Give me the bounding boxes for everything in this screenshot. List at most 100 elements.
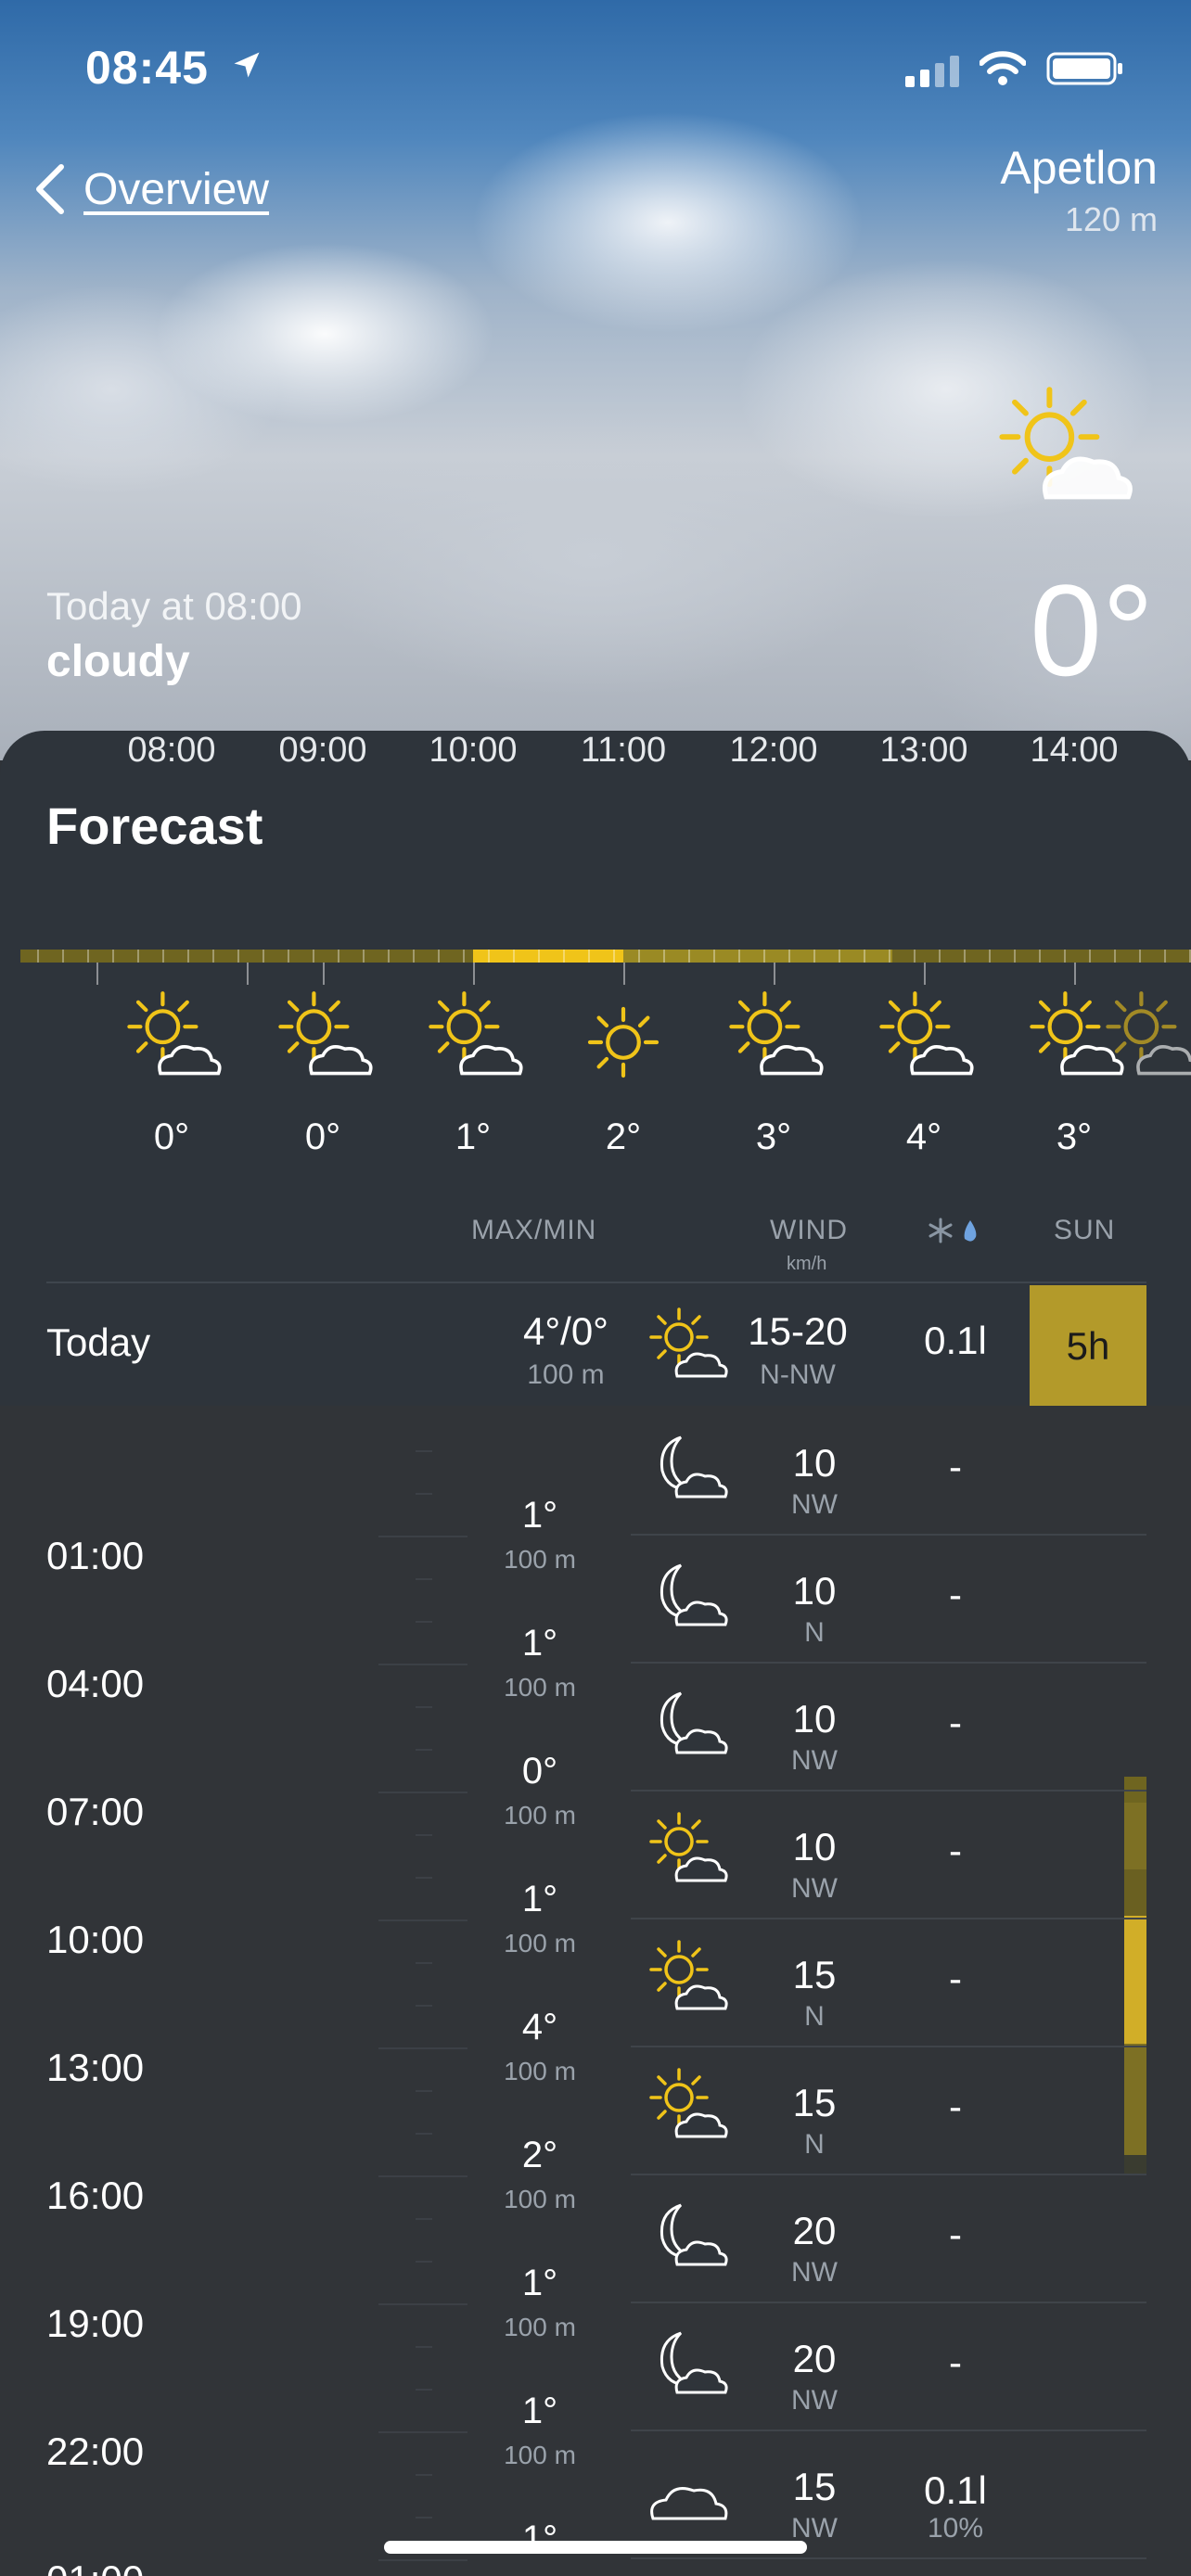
hour-row-temperature: 1° <box>521 2263 558 2303</box>
hour-time-label: 09:00 <box>278 731 367 770</box>
row-divider <box>631 2174 1146 2175</box>
hour-row-altitude: 100 m <box>504 1673 576 1702</box>
hour-row-wind-direction: NW <box>791 2513 838 2544</box>
today-precipitation: 0.1l <box>924 1319 987 1362</box>
moon-cloud-icon <box>640 2320 733 2417</box>
forecast-card: Forecast 08:00 0° 09:00 0° 10:00 1° 11:00 2° 12:… <box>0 731 1191 1408</box>
location-name: Apetlon <box>1000 142 1158 194</box>
hour-row-temperature: 2° <box>521 2135 558 2175</box>
hour-row-temperature: 1° <box>521 1623 558 1664</box>
location-info: Apetlon 120 m <box>1000 141 1158 239</box>
location-arrow-icon <box>234 52 260 78</box>
hour-row-altitude: 100 m <box>504 2441 576 2469</box>
sun-cloud-icon <box>640 1936 733 2034</box>
location-altitude: 120 m <box>1064 200 1158 238</box>
sun-cloud-icon <box>267 987 378 1103</box>
hour-row-precipitation: - <box>949 1829 962 1872</box>
hour-temperature: 3° <box>755 1116 792 1157</box>
chevron-left-icon <box>36 164 64 214</box>
home-indicator[interactable] <box>384 2541 807 2554</box>
cloud-icon <box>640 2448 733 2545</box>
row-divider <box>631 2046 1146 2047</box>
moon-cloud-icon <box>640 1552 733 1650</box>
hour-row-wind-direction: NW <box>791 1489 838 1520</box>
hour-row-altitude: 100 m <box>504 2313 576 2341</box>
cellular-signal-icon <box>905 56 959 87</box>
hour-temperature: 4° <box>905 1116 942 1157</box>
hour-row-time: 16:00 <box>46 2174 145 2217</box>
row-divider <box>631 1918 1146 1919</box>
row-divider <box>631 2557 1146 2559</box>
moon-cloud-icon <box>640 1680 733 1778</box>
hour-row-precipitation: - <box>949 1445 962 1488</box>
hour-row-temperature: 0° <box>521 1751 558 1792</box>
hour-row-time: 01:00 <box>46 1534 145 1577</box>
sun-cloud-icon <box>999 387 1133 500</box>
hour-row-temperature: 1° <box>521 1879 558 1919</box>
hour-row-wind-direction: N <box>804 2129 825 2160</box>
hour-row-temperature: 1° <box>521 2391 558 2431</box>
hour-row-altitude: 100 m <box>504 1929 576 1958</box>
status-time: 08:45 <box>85 42 209 94</box>
current-condition: cloudy <box>46 637 190 686</box>
hour-temperature: 1° <box>455 1116 492 1157</box>
hour-row-wind-speed: 10 <box>792 1569 837 1613</box>
hour-row-altitude: 100 m <box>504 1545 576 1574</box>
hour-row-precipitation: - <box>949 1957 962 2000</box>
sun-cloud-icon <box>718 987 829 1103</box>
hour-row-precipitation: - <box>949 2213 962 2256</box>
row-divider <box>631 2302 1146 2303</box>
sun-cloud-icon <box>116 987 227 1103</box>
hour-row-precipitation: - <box>949 2340 962 2384</box>
hour-temperature: 0° <box>304 1116 341 1157</box>
hour-row-wind-speed: 15 <box>792 1953 837 1996</box>
hour-time-label: 14:00 <box>1030 731 1119 770</box>
hour-temperature: 3° <box>1056 1116 1093 1157</box>
hour-row-altitude: 100 m <box>504 2185 576 2213</box>
hour-time-label: 11:00 <box>580 731 667 770</box>
sun-cloud-icon <box>417 987 529 1103</box>
hour-row-wind-direction: N <box>804 2001 825 2032</box>
hour-row-wind-direction: NW <box>791 1873 838 1904</box>
hour-row-wind-speed: 15 <box>792 2081 837 2124</box>
hour-row-precipitation: - <box>949 2085 962 2128</box>
hour-temperature: 2° <box>605 1116 642 1157</box>
hour-row-time: 22:00 <box>46 2429 145 2473</box>
sun-cloud-icon <box>868 987 980 1103</box>
moon-cloud-icon <box>640 1424 733 1522</box>
sun-cloud-icon <box>640 2064 733 2162</box>
hour-row-time: 01:00 <box>46 2557 144 2576</box>
back-button[interactable]: Overview <box>33 163 269 215</box>
hour-row-wind-speed: 20 <box>792 2209 837 2252</box>
status-bar: 08:45 <box>0 37 1191 102</box>
sun-icon <box>568 987 679 1103</box>
hour-row-temperature: 1° <box>521 1495 558 1536</box>
hour-time-label: 08:00 <box>127 731 216 770</box>
hour-row-wind-speed: 10 <box>792 1441 837 1485</box>
row-divider <box>631 1790 1146 1792</box>
today-wind-direction: N-NW <box>760 1359 836 1390</box>
hour-row-time: 13:00 <box>46 2046 145 2089</box>
hour-row-altitude: 100 m <box>504 1801 576 1830</box>
today-maxmin: 4°/0° <box>523 1309 608 1353</box>
hour-row-temperature: 1° <box>521 2519 558 2559</box>
sun-cloud-icon <box>640 1808 733 1906</box>
row-divider <box>631 2429 1146 2431</box>
hour-row-wind-direction: NW <box>791 1745 838 1776</box>
today-wind-speed: 15-20 <box>748 1309 848 1353</box>
row-divider <box>631 1662 1146 1664</box>
today-label: Today <box>46 1320 151 1364</box>
hour-time-label: 10:00 <box>429 731 518 770</box>
hourly-list[interactable]: 01:00 1° 100 m 10 NW - 04:00 1° 100 m 10 N - 07:00 0°… <box>0 1406 1191 2576</box>
today-summary-row[interactable]: Today 4°/0° 100 m 15-20 N-NW 0.1l 5h <box>46 1282 1146 1408</box>
col-wind-unit: km/h <box>787 1254 827 1274</box>
hour-row-wind-speed: 20 <box>792 2337 837 2380</box>
forecast-title: Forecast <box>46 797 263 855</box>
hour-row-wind-speed: 10 <box>792 1825 837 1868</box>
row-divider <box>631 1534 1146 1536</box>
hour-row-wind-speed: 10 <box>792 1697 837 1741</box>
battery-icon <box>1046 52 1122 85</box>
hour-row-wind-direction: NW <box>791 2385 838 2416</box>
current-temperature: 0° <box>1030 557 1154 703</box>
snow-rain-icon <box>928 1218 977 1243</box>
